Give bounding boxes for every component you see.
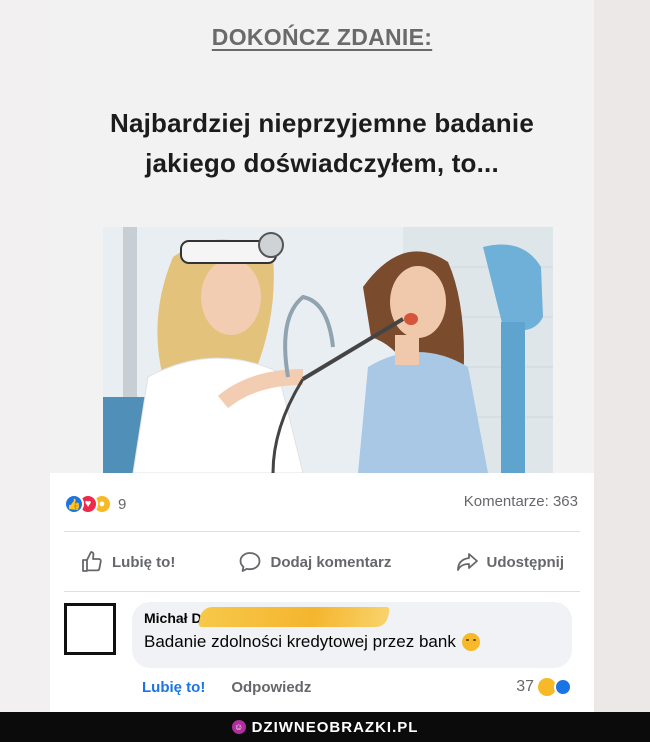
comment-reaction-count: 37 (516, 678, 534, 695)
comment-button[interactable]: Dodaj komentarz (222, 550, 407, 574)
facebook-post-footer: 👍 ♥ ● 9 Komentarze: 363 Lubię to! Dodaj … (50, 473, 594, 712)
share-button[interactable]: Udostępnij (439, 550, 581, 574)
comment-reply-link[interactable]: Odpowiedz (231, 679, 311, 696)
comment-button-label: Dodaj komentarz (270, 553, 392, 571)
share-icon (456, 553, 478, 571)
comments-count-link[interactable]: Komentarze: 363 (464, 493, 578, 510)
like-icon (554, 678, 572, 696)
post-reactions[interactable]: 👍 ♥ ● 9 (64, 493, 126, 515)
exam-photo (103, 227, 553, 473)
divider (64, 531, 580, 532)
comment-reactions[interactable]: 37 (516, 678, 572, 696)
like-icon: 👍 (64, 494, 84, 514)
watermark-footer: ☺ DZIWNEOBRAZKI.PL (0, 712, 650, 742)
comment-author[interactable]: Michał D (144, 607, 560, 627)
meme-heading: DOKOŃCZ ZDANIE: (211, 24, 433, 50)
right-margin (594, 0, 650, 712)
comment-actions: Lubię to! Odpowiedz (142, 679, 311, 696)
site-brand: DZIWNEOBRAZKI.PL (251, 718, 419, 736)
commenter-avatar[interactable] (64, 603, 116, 655)
share-button-label: Udostępnij (486, 553, 565, 571)
divider (64, 591, 580, 592)
meme-card: DOKOŃCZ ZDANIE: Najbardziej nieprzyjemne… (50, 0, 594, 712)
comment-bubble: Michał D Badanie zdolności kredytowej pr… (132, 602, 572, 668)
comment-author-name: Michał D (144, 610, 202, 626)
site-logo-icon: ☺ (231, 720, 246, 734)
post-actions: Lubię to! Dodaj komentarz Udostępnij (64, 541, 580, 583)
reaction-count: 9 (118, 495, 127, 513)
left-margin (0, 0, 50, 712)
comment-like-link[interactable]: Lubię to! (142, 679, 205, 696)
comment-text: Badanie zdolności kredytowej przez bank (144, 632, 560, 652)
question-line-2: jakiego doświadczyłem, to... (145, 148, 499, 178)
question-line-1: Najbardziej nieprzyjemne badanie (110, 108, 534, 138)
censor-highlight (197, 607, 391, 627)
exam-photo-illustration (103, 227, 553, 473)
meme-question: Najbardziej nieprzyjemne badanie jakiego… (50, 103, 594, 183)
comment-icon (240, 552, 261, 572)
thumbs-up-icon (82, 551, 102, 572)
like-button[interactable]: Lubię to! (64, 550, 191, 574)
comment-body: Badanie zdolności kredytowej przez bank (144, 632, 456, 651)
sad-emoji-icon (461, 633, 480, 651)
like-button-label: Lubię to! (112, 553, 176, 571)
